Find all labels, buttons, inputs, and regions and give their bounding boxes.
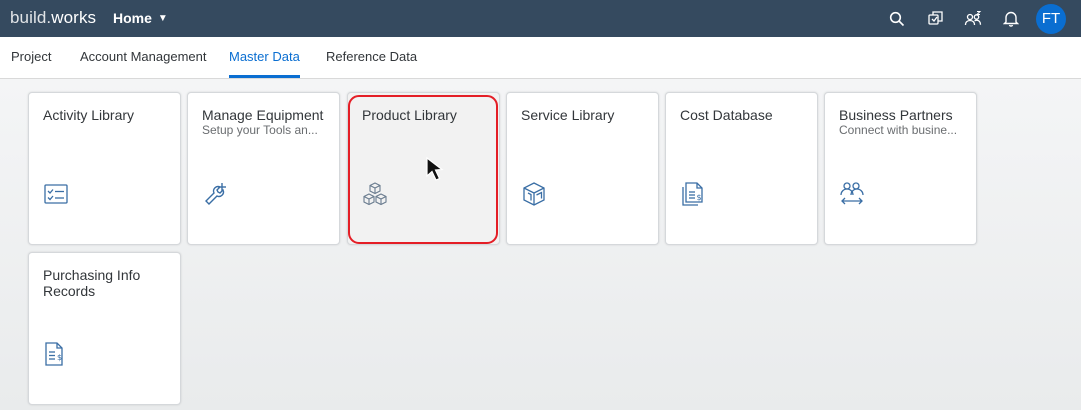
purchasing-document-icon: $ bbox=[45, 342, 63, 366]
service-box-icon bbox=[523, 182, 545, 206]
tile-title: Manage Equipment bbox=[202, 107, 324, 123]
shell-actions: FT bbox=[878, 0, 1081, 37]
notification-bell-icon bbox=[1003, 11, 1019, 27]
tile-title: Purchasing Info Records bbox=[43, 267, 141, 299]
cost-document-icon: $ bbox=[682, 182, 703, 206]
business-partners-icon bbox=[840, 182, 864, 205]
tile-service-library[interactable]: Service Library bbox=[506, 92, 659, 245]
tile-title: Service Library bbox=[521, 107, 615, 123]
tile-title: Cost Database bbox=[680, 107, 773, 123]
caret-down-icon: ▼ bbox=[157, 12, 168, 24]
svg-text:$: $ bbox=[57, 353, 62, 362]
tile-subtitle: Connect with busine... bbox=[839, 123, 958, 137]
tile-manage-equipment[interactable]: Manage Equipment Setup your Tools an... bbox=[187, 92, 340, 245]
tile-product-library[interactable]: Product Library bbox=[347, 92, 500, 245]
product-switch-icon bbox=[927, 11, 943, 25]
tile-cost-database[interactable]: Cost Database $ bbox=[665, 92, 818, 245]
tile-title: Business Partners bbox=[839, 107, 953, 123]
home-menu-label: Home bbox=[113, 10, 152, 26]
tab-account-management[interactable]: Account Management bbox=[80, 37, 206, 78]
tile-title: Product Library bbox=[362, 107, 457, 123]
home-menu-button[interactable]: Home ▼ bbox=[113, 10, 168, 26]
logo-part-bold: works bbox=[51, 8, 97, 27]
tile-business-partners[interactable]: Business Partners Connect with busine... bbox=[824, 92, 977, 245]
tile-activity-library[interactable]: Activity Library bbox=[28, 92, 181, 245]
tab-project[interactable]: Project bbox=[11, 37, 51, 78]
user-groups-button[interactable] bbox=[954, 0, 992, 37]
tab-master-data[interactable]: Master Data bbox=[229, 37, 300, 78]
app-logo[interactable]: build.works bbox=[10, 8, 96, 28]
tile-purchasing-info-records[interactable]: Purchasing Info Records $ bbox=[28, 252, 181, 405]
search-icon bbox=[889, 11, 905, 26]
tile-subtitle: Setup your Tools an... bbox=[202, 123, 318, 137]
search-button[interactable] bbox=[878, 0, 916, 37]
logo-part-light: build. bbox=[10, 8, 52, 27]
product-switch-button[interactable] bbox=[916, 0, 954, 37]
user-groups-icon bbox=[964, 11, 982, 26]
user-avatar[interactable]: FT bbox=[1036, 3, 1066, 34]
wrench-add-icon bbox=[205, 183, 226, 205]
shell-bar: build.works Home ▼ FT bbox=[0, 0, 1081, 37]
tab-reference-data[interactable]: Reference Data bbox=[326, 37, 417, 78]
checklist-icon bbox=[44, 184, 68, 204]
svg-text:$: $ bbox=[697, 193, 702, 202]
notifications-button[interactable] bbox=[992, 0, 1030, 37]
tab-bar: Project Account Management Master Data R… bbox=[0, 37, 1081, 79]
tile-title: Activity Library bbox=[43, 107, 135, 123]
cubes-icon bbox=[363, 182, 387, 206]
